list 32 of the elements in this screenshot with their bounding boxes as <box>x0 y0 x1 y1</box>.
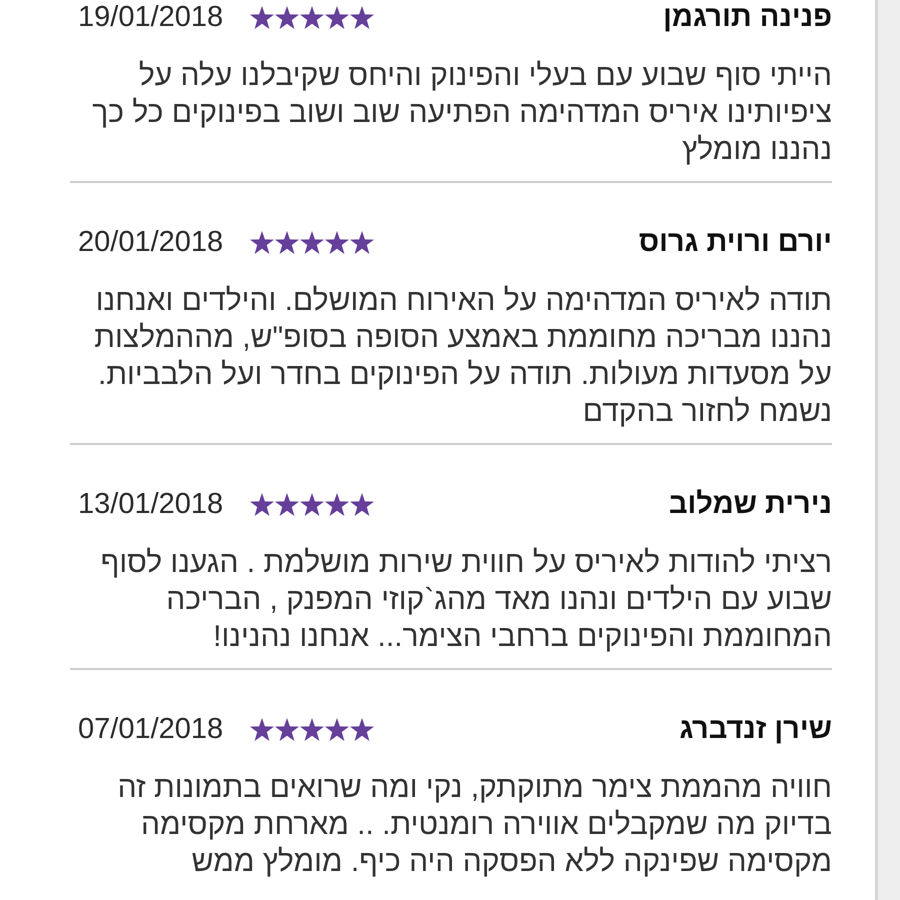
review-text: הייתי סוף שבוע עם בעלי והפינוק והיחס שקיבלנו עלה על ציפיותינו איריס המדהימה הפתיעה שוב ושוב בפינוקים כל כך נהננו מומלץ <box>91 58 832 168</box>
review-date: 19/01/2018 <box>77 0 224 34</box>
review-text: רציתי להודות לאיריס על חווית שירות מושלמת . הגענו לסוף שבוע עם הילדים ונהנו מאד מהג`קוזי המפנק , הבריכה המחוממת והפינוקים ברחבי הצימר... אנחנו נהנינו! <box>100 545 832 655</box>
review-date: 07/01/2018 <box>77 712 224 746</box>
star-icon <box>325 492 350 516</box>
reviewer-name: יורם ורוית גרוס <box>638 225 832 259</box>
star-icon <box>300 230 324 254</box>
review-text: חוויה מהממת צימר מתוקתק, נקי ומה שרואים בתמונות זה בדיוק מה שמקבלים אווירה רומנטית. .. מארחת מקסימה מקסימה שפינקה ללא הפסקה היה כיף. מומלץ ממש <box>116 770 832 880</box>
star-icon <box>250 718 274 740</box>
reviewer-name: נירית שמלוב <box>668 487 832 521</box>
review-date: 20/01/2018 <box>77 225 224 259</box>
star-icon <box>250 492 274 516</box>
star-icon <box>350 492 374 516</box>
star-icon <box>350 718 374 740</box>
star-icon <box>275 230 300 254</box>
star-icon <box>275 6 300 28</box>
review-date: 13/01/2018 <box>77 487 224 521</box>
star-icon <box>275 718 300 740</box>
star-icon <box>350 230 374 254</box>
review-text: תודה לאיריס המדהימה על האירוח המושלם. והילדים ואנחנו נהננו מבריכה מחוממת באמצע הסופה בסופ"ש, מההמלצות על מסעדות מעולות. תודה על הפינוקים בחדר ועל הלבביות. נשמח לחזור בהקדם <box>93 283 832 430</box>
star-icon <box>300 492 324 516</box>
reviewer-name: פנינה תורגמן <box>663 0 832 34</box>
star-icon <box>275 492 300 516</box>
star-icon <box>325 230 350 254</box>
reviewer-name: שירן זנדברג <box>680 712 832 746</box>
star-icon <box>350 6 374 28</box>
star-icon <box>325 6 350 28</box>
star-icon <box>300 6 324 28</box>
star-icon <box>250 6 274 28</box>
star-icon <box>300 718 324 740</box>
star-icon <box>325 718 350 740</box>
star-icon <box>250 230 274 254</box>
